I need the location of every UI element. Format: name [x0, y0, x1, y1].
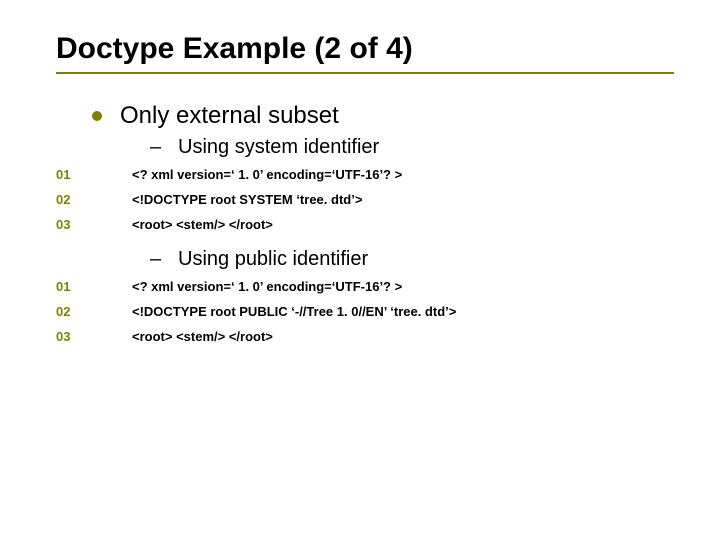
code-row: 03 <root> <stem/> </root>: [46, 217, 674, 232]
line-number: 02: [46, 304, 132, 319]
line-number: 03: [46, 329, 132, 344]
code-block: 01 <? xml version=‘ 1. 0’ encoding=‘UTF-…: [46, 279, 674, 344]
dash-icon: –: [150, 136, 162, 159]
sub-bullet: – Using public identifier: [150, 248, 674, 271]
code-row: 01 <? xml version=‘ 1. 0’ encoding=‘UTF-…: [46, 167, 674, 182]
slide-title: Doctype Example (2 of 4): [56, 32, 674, 66]
slide: Doctype Example (2 of 4) Only external s…: [0, 0, 720, 540]
code-row: 02 <!DOCTYPE root PUBLIC ‘-//Tree 1. 0//…: [46, 304, 674, 319]
code-line: <? xml version=‘ 1. 0’ encoding=‘UTF-16’…: [132, 167, 402, 182]
main-bullet: Only external subset: [92, 102, 674, 130]
code-line: <!DOCTYPE root SYSTEM ‘tree. dtd’>: [132, 192, 362, 207]
code-line: <!DOCTYPE root PUBLIC ‘-//Tree 1. 0//EN’…: [132, 304, 456, 319]
code-row: 01 <? xml version=‘ 1. 0’ encoding=‘UTF-…: [46, 279, 674, 294]
sub-bullet-text: Using public identifier: [178, 248, 368, 271]
code-line: <root> <stem/> </root>: [132, 329, 273, 344]
code-row: 02 <!DOCTYPE root SYSTEM ‘tree. dtd’>: [46, 192, 674, 207]
code-row: 03 <root> <stem/> </root>: [46, 329, 674, 344]
code-line: <? xml version=‘ 1. 0’ encoding=‘UTF-16’…: [132, 279, 402, 294]
line-number: 03: [46, 217, 132, 232]
code-block: 01 <? xml version=‘ 1. 0’ encoding=‘UTF-…: [46, 167, 674, 232]
main-bullet-text: Only external subset: [120, 102, 339, 130]
line-number: 01: [46, 279, 132, 294]
title-rule: [56, 72, 674, 74]
line-number: 01: [46, 167, 132, 182]
line-number: 02: [46, 192, 132, 207]
bullet-icon: [92, 111, 102, 121]
sub-bullet: – Using system identifier: [150, 136, 674, 159]
code-line: <root> <stem/> </root>: [132, 217, 273, 232]
sub-bullet-text: Using system identifier: [178, 136, 379, 159]
dash-icon: –: [150, 248, 162, 271]
